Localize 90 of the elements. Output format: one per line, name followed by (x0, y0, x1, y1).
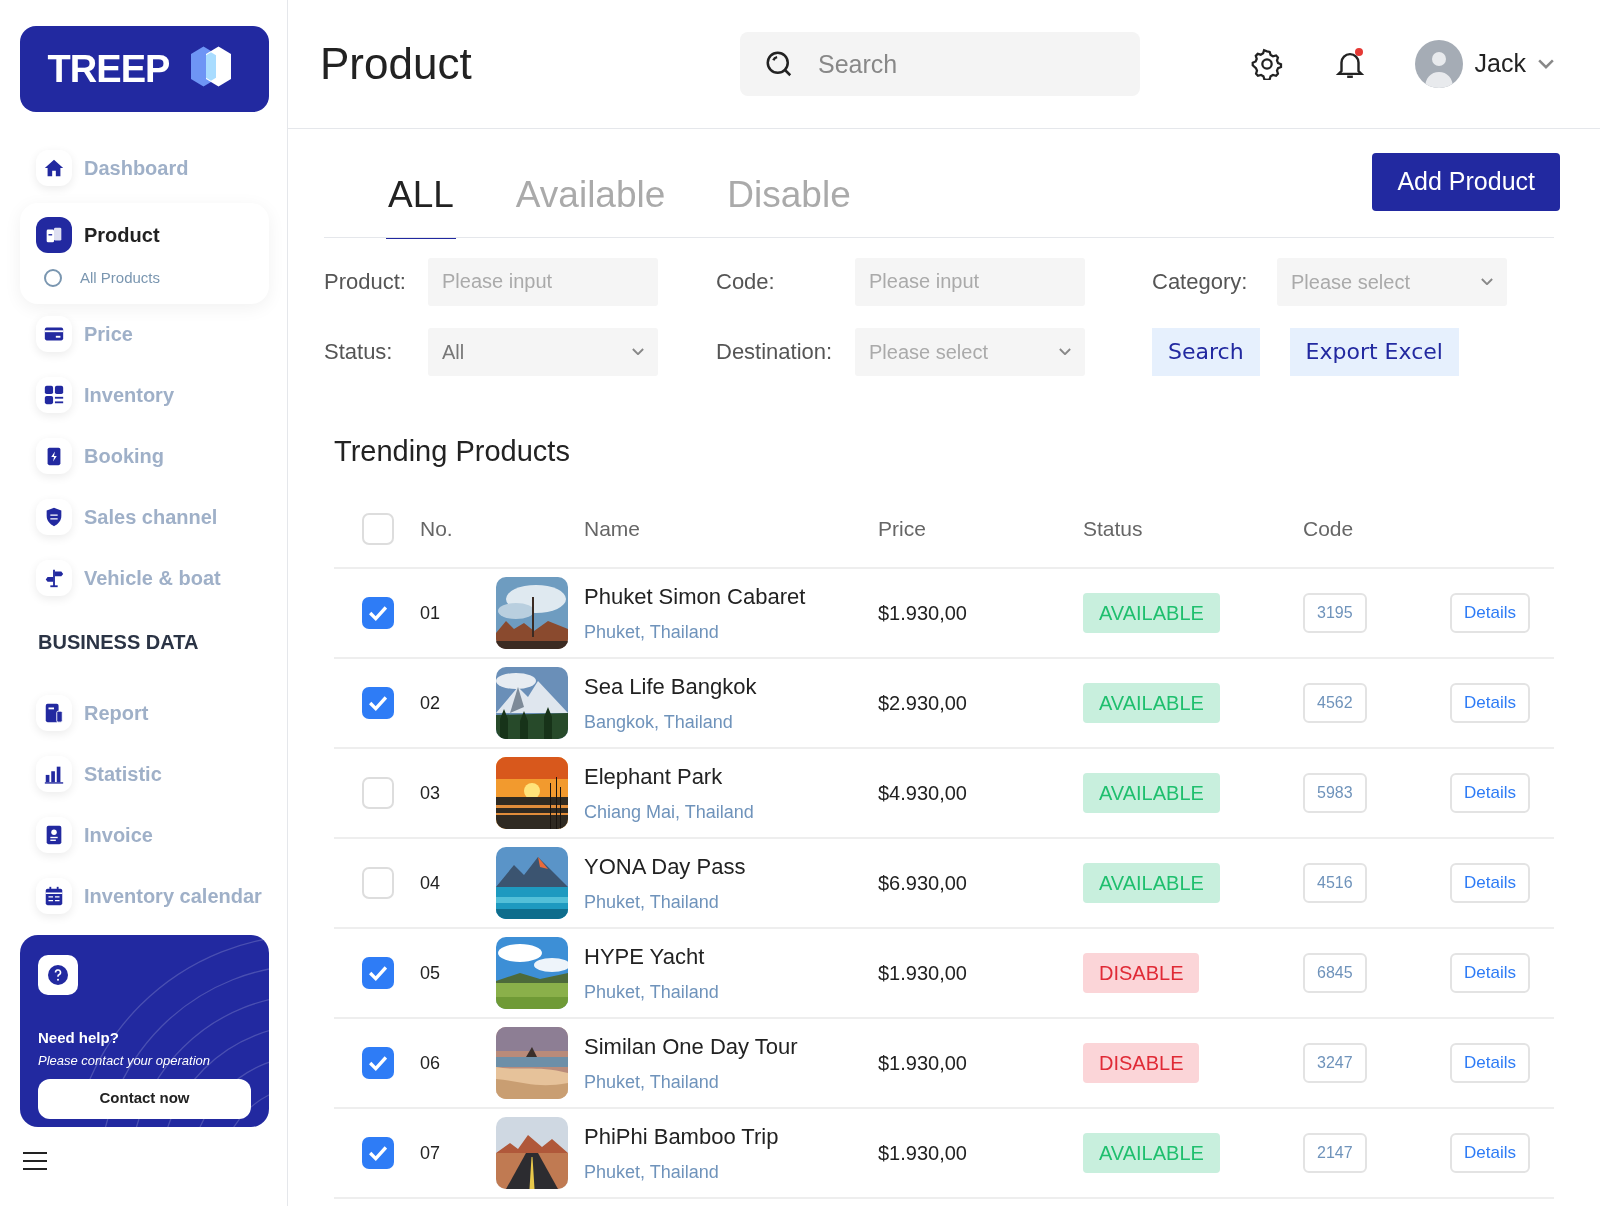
sidebar-item[interactable]: Inventory calendar (36, 877, 269, 914)
code-tag: 3247 (1303, 1043, 1367, 1083)
sidebar-item[interactable]: Statistic (36, 755, 269, 792)
price: $1.930,00 (878, 961, 968, 986)
tab[interactable]: Available (513, 167, 668, 239)
sidebar-item[interactable]: Invoice (36, 816, 269, 853)
filter-label: Status: (324, 338, 394, 366)
sidebar-item[interactable]: Inventory (36, 376, 269, 413)
product-location: Bangkok, Thailand (584, 711, 734, 734)
select-field[interactable]: Please select (855, 327, 1085, 376)
price: $6.930,00 (878, 871, 968, 896)
details-button[interactable]: Details (1450, 953, 1530, 993)
search-button[interactable]: Search (1152, 327, 1260, 376)
select-field[interactable]: Please select (1277, 257, 1507, 306)
row-number: 07 (420, 1141, 442, 1165)
status-badge: AVAILABLE (1083, 593, 1220, 633)
details-button[interactable]: Details (1450, 683, 1530, 723)
details-button[interactable]: Details (1450, 1133, 1530, 1173)
product-location: Phuket, Thailand (584, 1071, 720, 1094)
product-name: Sea Life Bangkok (584, 673, 757, 701)
contact-button[interactable]: Contact now (38, 1078, 251, 1119)
add-product-button[interactable]: Add Product (1372, 153, 1560, 211)
details-button[interactable]: Details (1450, 593, 1530, 633)
filter-label: Code: (716, 268, 776, 296)
status-badge: AVAILABLE (1083, 773, 1220, 813)
help-text: Please contact your operation (38, 1052, 211, 1070)
table-title: Trending Products (334, 433, 571, 469)
code-tag: 4516 (1303, 863, 1367, 903)
row-number: 05 (420, 961, 442, 985)
page-title: Product (320, 38, 473, 90)
section-title: BUSINESS DATA (37, 629, 200, 655)
status-badge: DISABLE (1083, 953, 1200, 993)
product-name: YONA Day Pass (584, 853, 746, 881)
user-menu[interactable]: Jack (1414, 40, 1554, 88)
filter-label: Product: (324, 268, 407, 296)
sidebar-item[interactable]: Vehicle & boat (36, 559, 269, 596)
sidebar-item[interactable]: Booking (36, 437, 269, 474)
product-name: Phuket Simon Cabaret (584, 583, 806, 611)
status-badge: DISABLE (1083, 1043, 1200, 1083)
product-location: Chiang Mai, Thailand (584, 801, 754, 824)
product-name: HYPE Yacht (584, 943, 706, 971)
product-location: Phuket, Thailand (584, 981, 719, 1004)
column-header: Code (1303, 516, 1355, 543)
input-field[interactable]: Please input (855, 257, 1085, 306)
row-number: 01 (420, 601, 442, 625)
row-number: 03 (420, 781, 442, 805)
column-header: Status (1083, 516, 1144, 543)
sidebar-item[interactable]: Sales channel (36, 498, 269, 535)
price: $1.930,00 (878, 1051, 968, 1076)
column-header: Price (878, 516, 927, 543)
price: $4.930,00 (878, 781, 968, 806)
price: $1.930,00 (878, 601, 968, 626)
filter-label: Category: (1152, 268, 1249, 296)
price: $2.930,00 (878, 691, 968, 716)
input-field[interactable]: Please input (428, 257, 658, 306)
status-badge: AVAILABLE (1083, 863, 1220, 903)
details-button[interactable]: Details (1450, 1043, 1530, 1083)
product-name: Similan One Day Tour (584, 1033, 798, 1061)
sidebar-item[interactable]: Report (36, 694, 269, 731)
product-location: Phuket, Thailand (584, 891, 720, 914)
status-badge: AVAILABLE (1083, 1133, 1220, 1173)
details-button[interactable]: Details (1450, 773, 1530, 813)
status-badge: AVAILABLE (1083, 683, 1220, 723)
code-tag: 2147 (1303, 1133, 1367, 1173)
logo-text: TREEP (47, 46, 170, 92)
search-field[interactable]: Search (740, 32, 1140, 96)
code-tag: 5983 (1303, 773, 1367, 813)
help-title: Need help? (38, 1027, 120, 1048)
row-number: 02 (420, 691, 442, 715)
column-header: Name (583, 516, 642, 543)
tab[interactable]: Disable (725, 167, 853, 239)
column-header: No. (420, 516, 454, 543)
code-tag: 6845 (1303, 953, 1367, 993)
row-number: 04 (420, 871, 442, 895)
sidebar-item[interactable]: Price (36, 315, 269, 352)
details-button[interactable]: Details (1450, 863, 1530, 903)
price: $1.930,00 (878, 1141, 968, 1166)
sidebar-item[interactable]: Dashboard (36, 150, 269, 186)
row-number: 06 (420, 1051, 442, 1075)
filter-label: Destination: (716, 338, 834, 366)
export-button[interactable]: Export Excel (1289, 327, 1459, 376)
sidebar-item[interactable]: Product (36, 217, 265, 253)
select-field[interactable]: All (428, 327, 658, 376)
sidebar-subitem[interactable]: All Products (36, 267, 265, 290)
code-tag: 4562 (1303, 683, 1367, 723)
product-name: Elephant Park (584, 763, 724, 791)
product-location: Phuket, Thailand (584, 1161, 720, 1184)
product-name: PhiPhi Bamboo Trip (584, 1123, 779, 1151)
product-location: Phuket, Thailand (584, 621, 720, 644)
code-tag: 3195 (1303, 593, 1367, 633)
